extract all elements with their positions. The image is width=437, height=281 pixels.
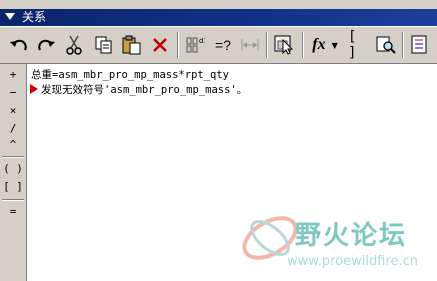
operator-brackets-button[interactable]: [ ] bbox=[3, 179, 23, 195]
error-line[interactable]: 发现无效符号'asm_mbr_pro_mp_mass'。 bbox=[30, 82, 247, 97]
toolbar-separator bbox=[302, 32, 304, 58]
function-button[interactable]: fx ▼ bbox=[307, 32, 343, 58]
panel-title: 关系 bbox=[22, 10, 47, 24]
copy-button[interactable] bbox=[92, 32, 116, 58]
select-button[interactable] bbox=[272, 32, 296, 58]
copy-icon bbox=[95, 36, 112, 54]
operator-power-button[interactable]: ^ bbox=[3, 137, 23, 153]
sidebar-separator bbox=[2, 199, 24, 201]
switch-symbols-icon: d1 bbox=[186, 37, 205, 53]
function-icon: fx bbox=[312, 36, 326, 53]
undo-icon bbox=[10, 39, 27, 51]
paste-button[interactable] bbox=[120, 32, 144, 58]
operator-minus-button[interactable]: − bbox=[3, 85, 23, 101]
operator-sidebar: + − × / ^ ( ) [ ] = bbox=[0, 64, 27, 281]
redo-button[interactable] bbox=[34, 32, 58, 58]
toolbar: d1 =? fx ▼ [ ] bbox=[0, 26, 437, 64]
collapse-triangle-icon[interactable] bbox=[5, 13, 15, 20]
dimension-icon bbox=[241, 39, 259, 51]
redo-icon bbox=[38, 39, 55, 51]
delete-x-icon bbox=[153, 38, 167, 52]
sidebar-separator bbox=[2, 156, 24, 158]
scissors-icon bbox=[66, 35, 82, 55]
error-message: 发现无效符号'asm_mbr_pro_mp_mass'。 bbox=[41, 84, 248, 96]
error-arrow-icon bbox=[30, 84, 38, 94]
operator-parentheses-button[interactable]: ( ) bbox=[3, 161, 23, 177]
parameter-button[interactable]: [ ] bbox=[348, 29, 372, 61]
panel-titlebar[interactable]: 关系 bbox=[0, 9, 437, 26]
svg-text:d1: d1 bbox=[199, 37, 205, 45]
toolbar-separator bbox=[177, 32, 179, 58]
find-icon bbox=[376, 36, 396, 54]
watermark-url: www.proewildfire.cn bbox=[287, 254, 418, 269]
display-dimension-button[interactable] bbox=[238, 32, 262, 58]
list-icon bbox=[411, 35, 427, 54]
delete-button[interactable] bbox=[148, 32, 172, 58]
operator-divide-button[interactable]: / bbox=[3, 121, 23, 137]
operator-multiply-button[interactable]: × bbox=[3, 103, 23, 119]
paste-icon bbox=[122, 35, 141, 55]
toolbar-separator bbox=[402, 32, 404, 58]
cursor-select-icon bbox=[274, 35, 294, 55]
watermark-title: 野火论坛 bbox=[295, 221, 408, 251]
window-top-strip bbox=[0, 0, 437, 9]
find-button[interactable] bbox=[374, 32, 398, 58]
toolbar-separator bbox=[266, 32, 268, 58]
evaluate-button[interactable]: =? bbox=[211, 32, 235, 58]
chevron-down-icon: ▼ bbox=[331, 40, 338, 50]
undo-button[interactable] bbox=[7, 32, 31, 58]
list-button[interactable] bbox=[408, 32, 432, 58]
switch-symbols-button[interactable]: d1 bbox=[183, 32, 207, 58]
operator-plus-button[interactable]: + bbox=[3, 67, 23, 83]
cut-button[interactable] bbox=[62, 32, 86, 58]
relation-line[interactable]: 总重=asm_mbr_pro_mp_mass*rpt_qty bbox=[31, 67, 229, 82]
operator-equals-button[interactable]: = bbox=[3, 204, 23, 220]
